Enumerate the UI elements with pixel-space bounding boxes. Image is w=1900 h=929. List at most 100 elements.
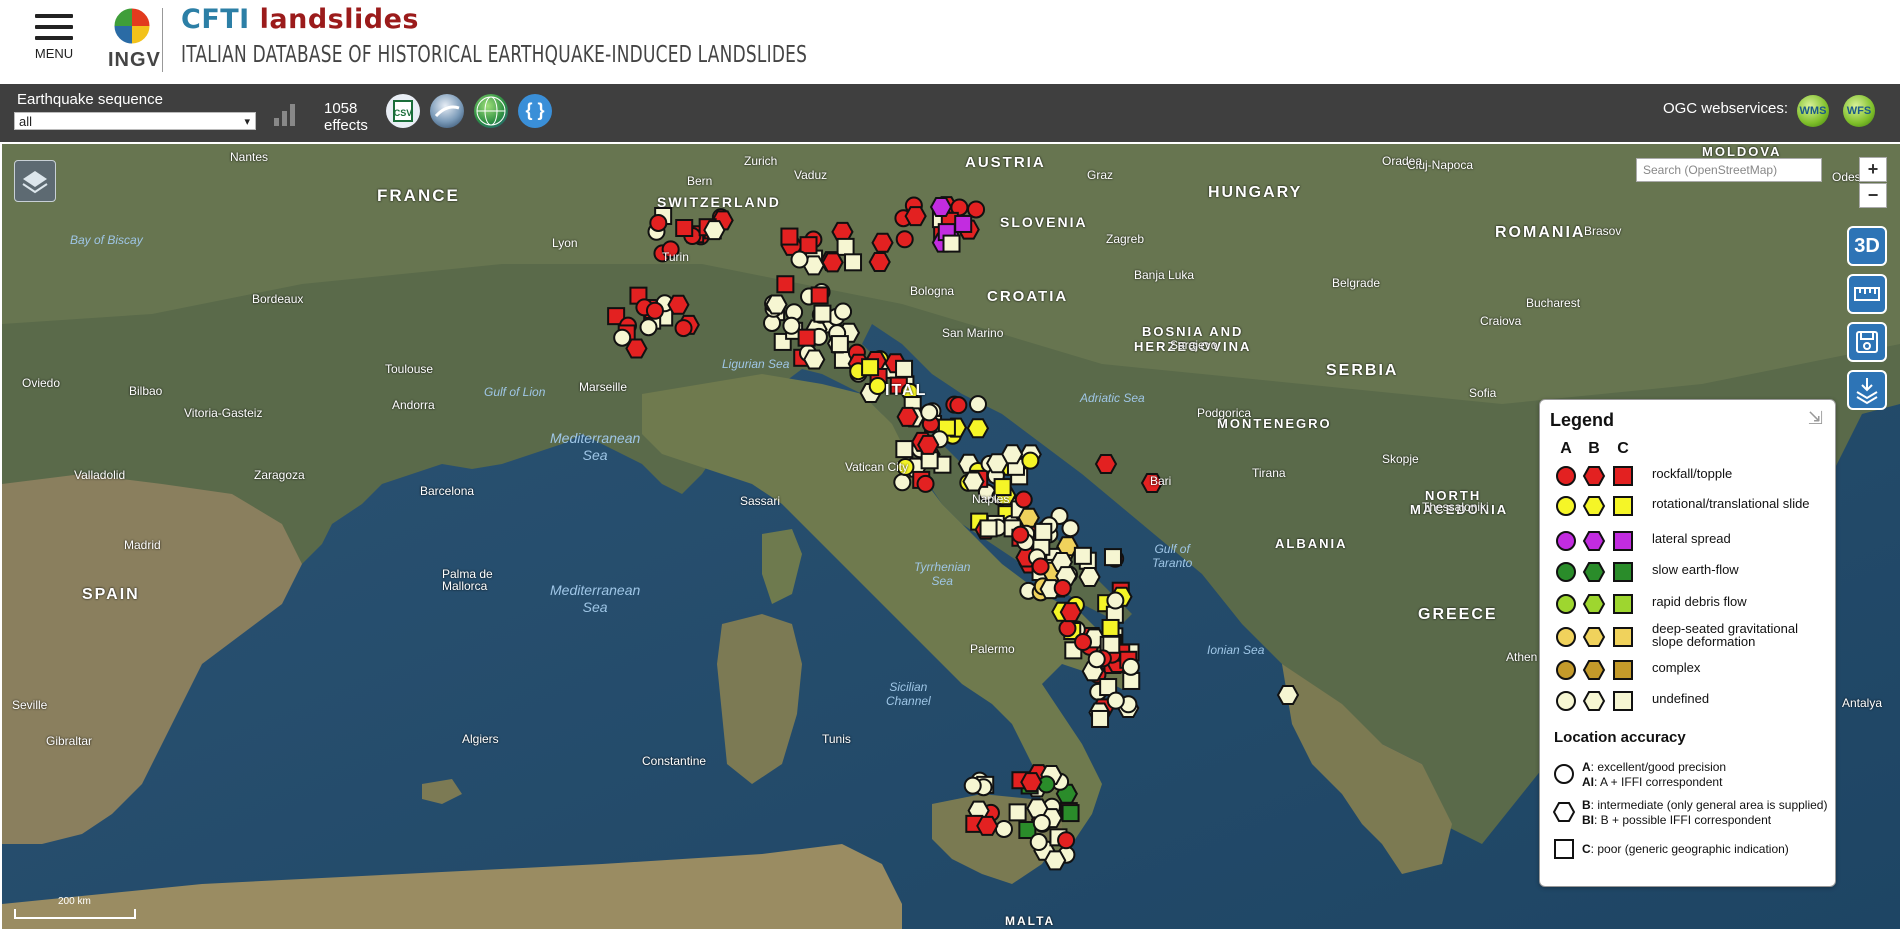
landslide-marker[interactable] <box>895 230 914 249</box>
wfs-button[interactable]: WFS <box>1843 95 1875 127</box>
landslide-marker[interactable] <box>821 252 844 273</box>
legend-row-label: slow earth-flow <box>1652 562 1739 577</box>
landslide-marker[interactable] <box>1091 709 1110 728</box>
landslide-marker[interactable] <box>1044 850 1067 871</box>
landslide-marker[interactable] <box>1103 548 1122 567</box>
landslide-marker[interactable] <box>1021 451 1040 470</box>
save-button[interactable] <box>1847 322 1887 362</box>
layers-button[interactable] <box>14 160 56 202</box>
landslide-marker[interactable] <box>813 304 832 323</box>
landslide-marker[interactable] <box>1087 650 1106 669</box>
json-icon[interactable]: { } <box>518 94 552 128</box>
landslide-marker[interactable] <box>674 319 693 338</box>
landslide-marker[interactable] <box>1073 546 1092 565</box>
landslide-marker[interactable] <box>962 471 985 492</box>
landslide-marker[interactable] <box>1106 691 1125 710</box>
landslide-marker[interactable] <box>613 328 632 347</box>
menu-label: MENU <box>34 46 74 61</box>
landslide-marker[interactable] <box>830 335 849 354</box>
landslide-marker[interactable] <box>834 302 853 321</box>
landslide-marker[interactable] <box>917 434 940 455</box>
scale-label: 200 km <box>58 896 91 907</box>
header-divider <box>162 8 163 72</box>
download-layer-button[interactable] <box>1847 370 1887 410</box>
landslide-marker[interactable] <box>1031 557 1050 576</box>
landslide-marker[interactable] <box>1276 685 1300 705</box>
landslide-marker[interactable] <box>942 234 961 253</box>
landslide-marker[interactable] <box>645 301 664 320</box>
landslide-marker[interactable] <box>929 197 953 218</box>
google-earth-icon[interactable] <box>430 94 464 128</box>
landslide-marker[interactable] <box>790 250 809 269</box>
landslide-marker[interactable] <box>1011 525 1030 544</box>
landslide-marker[interactable] <box>1061 804 1080 823</box>
landslide-marker[interactable] <box>963 776 982 795</box>
landslide-marker[interactable] <box>639 318 658 337</box>
landslide-marker[interactable] <box>1008 803 1027 822</box>
landslide-marker[interactable] <box>868 251 891 272</box>
csv-icon[interactable]: CSV <box>386 94 420 128</box>
landslide-marker[interactable] <box>776 275 795 294</box>
landslide-marker[interactable] <box>810 286 829 305</box>
zoom-in-button[interactable]: + <box>1859 157 1887 182</box>
landslide-marker[interactable] <box>782 316 801 335</box>
city-label: Algiers <box>462 732 499 746</box>
collapse-arrow-icon[interactable]: ⇲ <box>1808 408 1823 429</box>
landslide-marker[interactable] <box>1057 831 1076 850</box>
landslide-marker[interactable] <box>920 403 939 422</box>
landslide-marker[interactable] <box>703 220 726 241</box>
landslide-marker[interactable] <box>861 358 880 377</box>
landslide-marker[interactable] <box>675 219 694 238</box>
landslide-marker[interactable] <box>895 440 914 459</box>
landslide-marker[interactable] <box>994 819 1013 838</box>
landslide-marker[interactable] <box>667 294 690 315</box>
landslide-marker[interactable] <box>797 328 816 347</box>
landslide-marker[interactable] <box>649 213 668 232</box>
landslide-marker[interactable] <box>765 294 788 315</box>
landslide-marker[interactable] <box>1078 566 1101 587</box>
landslide-marker[interactable] <box>1058 619 1077 638</box>
landslide-marker[interactable] <box>871 232 894 253</box>
landslide-marker[interactable] <box>1029 833 1048 852</box>
landslide-marker[interactable] <box>954 214 973 233</box>
landslide-marker[interactable] <box>868 377 887 396</box>
landslide-marker[interactable] <box>966 418 990 439</box>
landslide-marker[interactable] <box>844 253 863 272</box>
landslide-marker[interactable] <box>976 815 999 836</box>
landslide-marker[interactable] <box>1032 813 1051 832</box>
landslide-marker[interactable] <box>986 453 1009 474</box>
landslide-marker[interactable] <box>1106 591 1125 610</box>
landslide-marker[interactable] <box>799 236 818 255</box>
measure-button[interactable] <box>1847 274 1887 314</box>
landslide-marker[interactable] <box>1020 772 1043 793</box>
landslide-marker[interactable] <box>904 206 927 227</box>
globe-icon[interactable] <box>474 94 508 128</box>
city-label: Sofia <box>1469 386 1497 400</box>
landslide-marker[interactable] <box>896 406 919 427</box>
landslide-marker[interactable] <box>780 227 799 246</box>
landslide-marker[interactable] <box>1101 618 1120 637</box>
landslide-marker[interactable] <box>1059 602 1082 623</box>
landslide-marker[interactable] <box>1053 579 1072 598</box>
landslide-marker[interactable] <box>1074 633 1093 652</box>
zoom-out-button[interactable]: − <box>1859 183 1887 208</box>
landslide-marker[interactable] <box>949 396 968 415</box>
search-input[interactable]: Search (OpenStreetMap) <box>1636 158 1822 182</box>
wms-button[interactable]: WMS <box>1797 95 1829 127</box>
landslide-marker[interactable] <box>1094 454 1118 474</box>
city-label: Athen <box>1506 650 1538 664</box>
landslide-marker[interactable] <box>979 519 998 538</box>
landslide-marker[interactable] <box>1034 522 1053 541</box>
landslide-marker[interactable] <box>836 237 855 256</box>
landslide-marker[interactable] <box>1014 490 1033 509</box>
landslide-marker[interactable] <box>895 359 914 378</box>
landslide-marker[interactable] <box>968 395 987 414</box>
landslide-marker[interactable] <box>803 349 826 370</box>
menu-button[interactable]: MENU <box>34 14 74 61</box>
landslide-marker[interactable] <box>916 474 935 493</box>
landslide-marker[interactable] <box>1121 657 1140 676</box>
signal-bars-icon[interactable] <box>273 102 297 126</box>
landslide-marker[interactable] <box>893 473 912 492</box>
sequence-select[interactable]: all ▾ <box>14 112 256 130</box>
3d-button[interactable]: 3D <box>1847 226 1887 266</box>
